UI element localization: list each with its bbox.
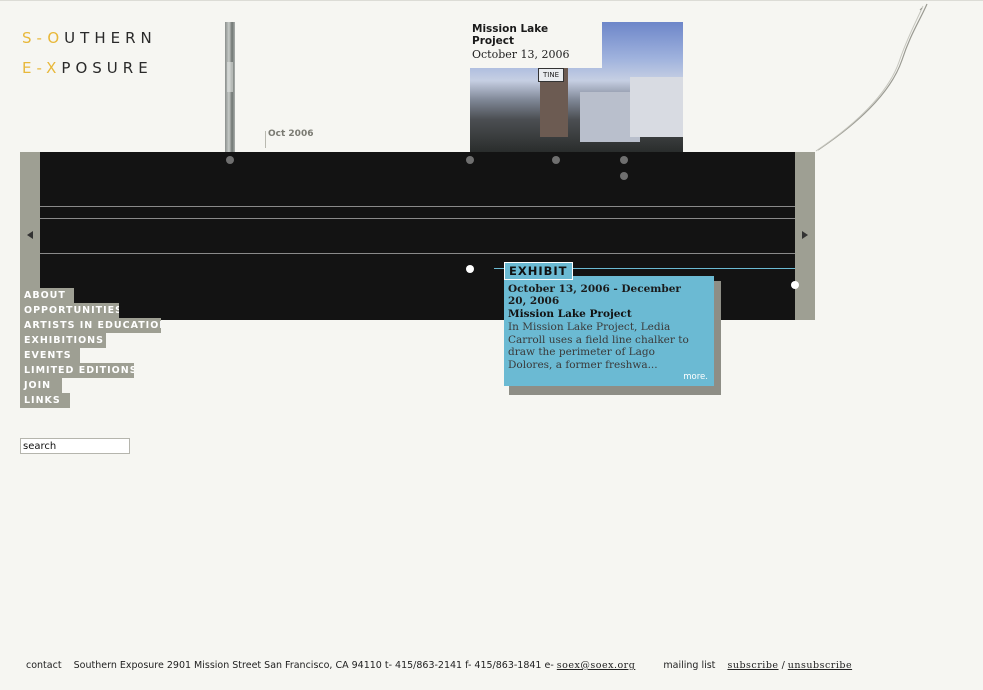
logo-line-1: S-O UTHERN	[22, 27, 157, 49]
timeline-event-dot[interactable]	[466, 156, 474, 164]
timeline-event-dot[interactable]	[552, 156, 560, 164]
timeline-photo-strip[interactable]	[225, 22, 235, 152]
featured-exhibit-title[interactable]: Mission Lake Project	[472, 23, 562, 47]
nav-item-join[interactable]: JOIN	[20, 378, 62, 393]
featured-exhibit-date: October 13, 2006	[472, 48, 570, 61]
timeline-event-dot[interactable]	[791, 281, 799, 289]
logo-line-2: E-X POSURE	[22, 57, 157, 79]
timeline-event-dot[interactable]	[620, 172, 628, 180]
month-tick	[265, 131, 266, 148]
logo-text-uthern: UTHERN	[64, 29, 157, 47]
footer-address: Southern Exposure 2901 Mission Street Sa…	[73, 660, 554, 671]
photo-sign: TINE	[538, 68, 564, 82]
featured-exhibit[interactable]: TINE Mission Lake Project October 13, 20…	[470, 22, 683, 152]
arrow-left-icon	[27, 231, 33, 239]
logo-mark-ex: E-X	[22, 59, 62, 77]
search-input[interactable]	[20, 438, 130, 454]
nav-item-limited-editions[interactable]: LIMITED EDITIONS	[20, 363, 134, 378]
nav-item-events[interactable]: EVENTS	[20, 348, 80, 363]
popup-title[interactable]: Mission Lake Project	[508, 308, 632, 320]
nav-item-links[interactable]: LINKS	[20, 393, 70, 408]
month-label: Oct 2006	[268, 129, 314, 139]
logo-text-posure: POSURE	[61, 59, 153, 77]
footer-separator: /	[781, 660, 785, 671]
timeline-track-line	[40, 218, 795, 219]
timeline-next-button[interactable]	[795, 152, 815, 320]
popup-date-range: October 13, 2006 - December 20, 2006	[508, 283, 681, 307]
timeline-event-dot[interactable]	[620, 156, 628, 164]
decorative-thread	[815, 3, 928, 152]
arrow-right-icon	[802, 231, 808, 239]
timeline-track-line	[40, 206, 795, 207]
popup-body: October 13, 2006 - December 20, 2006 Mis…	[504, 276, 714, 386]
timeline-event-dot[interactable]	[226, 156, 234, 164]
nav-item-about[interactable]: ABOUT	[20, 288, 74, 303]
photo-building	[630, 77, 683, 137]
logo-mark-so: S-O	[22, 29, 65, 47]
footer-mailing-label: mailing list	[663, 660, 716, 671]
popup-description: In Mission Lake Project, Ledia Carroll u…	[508, 321, 689, 371]
nav-item-artists-in-education[interactable]: ARTISTS IN EDUCATION	[20, 318, 161, 333]
timeline-track-line	[40, 253, 795, 254]
popup-more-link[interactable]: more.	[683, 372, 708, 382]
featured-exhibit-caption: Mission Lake Project October 13, 2006	[470, 22, 602, 68]
site-logo[interactable]: S-O UTHERN E-X POSURE	[22, 27, 157, 79]
nav-item-opportunities[interactable]: OPPORTUNITIES	[20, 303, 119, 318]
footer-unsubscribe-link[interactable]: unsubscribe	[788, 660, 852, 671]
footer-email-link[interactable]: soex@soex.org	[557, 660, 636, 671]
nav-item-exhibitions[interactable]: EXHIBITIONS	[20, 333, 106, 348]
exhibit-popup: October 13, 2006 - December 20, 2006 Mis…	[504, 262, 721, 395]
timeline-selected-dot[interactable]	[466, 265, 474, 273]
popup-category-tag: EXHIBIT	[504, 262, 573, 280]
main-nav: ABOUT OPPORTUNITIES ARTISTS IN EDUCATION…	[20, 288, 161, 408]
footer: contact Southern Exposure 2901 Mission S…	[26, 660, 852, 671]
footer-subscribe-link[interactable]: subscribe	[727, 660, 778, 671]
footer-contact-label: contact	[26, 660, 62, 671]
